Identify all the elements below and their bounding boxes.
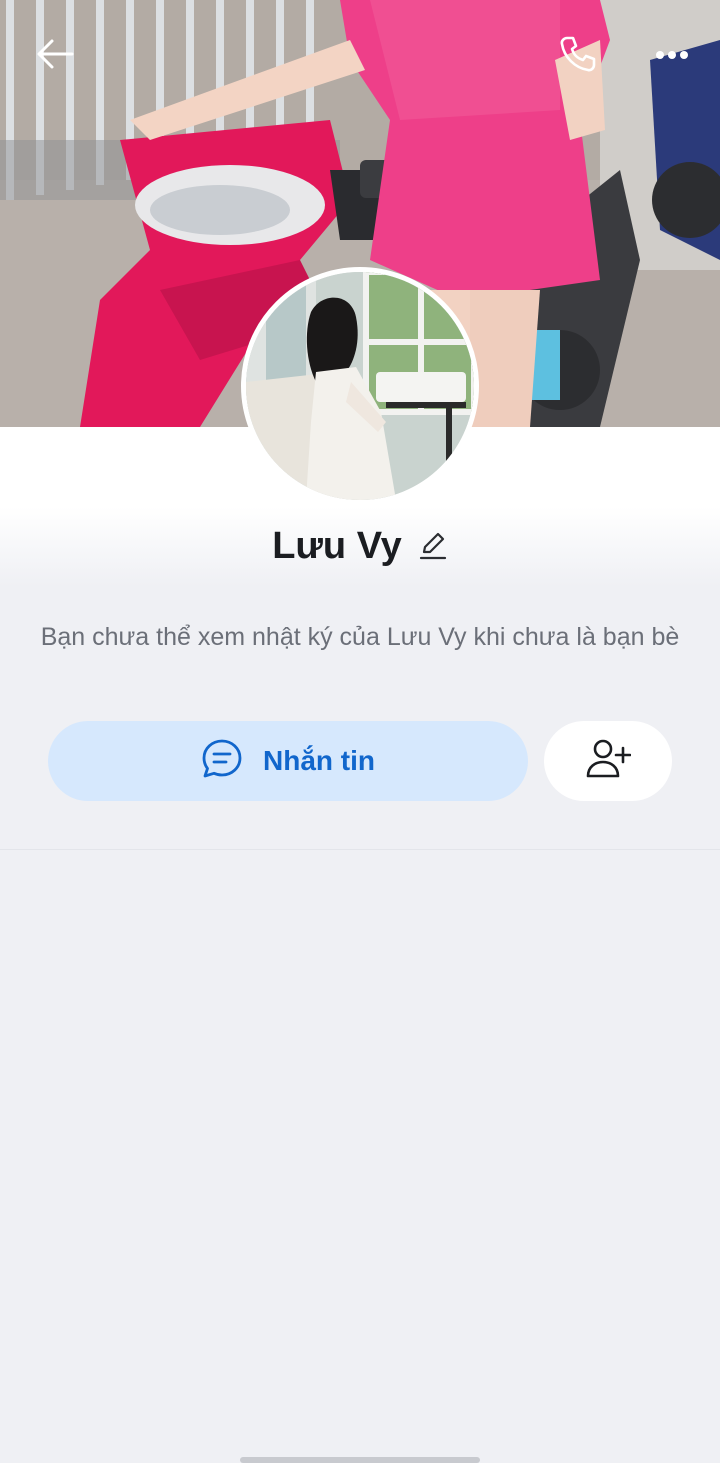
home-indicator[interactable]	[240, 1457, 480, 1463]
add-friend-button[interactable]	[544, 721, 672, 801]
message-button-label: Nhắn tin	[263, 745, 375, 776]
avatar-image	[246, 272, 474, 500]
more-options-button[interactable]	[646, 34, 698, 78]
add-friend-icon	[585, 738, 632, 785]
privacy-notice: Bạn chưa thể xem nhật ký của Lưu Vy khi …	[40, 623, 680, 651]
arrow-left-icon	[36, 38, 74, 75]
more-dots-icon	[655, 47, 689, 65]
chat-bubble-icon	[201, 738, 243, 785]
avatar[interactable]	[241, 267, 479, 505]
phone-icon	[558, 34, 598, 79]
pencil-icon[interactable]	[418, 531, 448, 561]
call-button[interactable]	[550, 30, 606, 82]
top-bar	[0, 0, 720, 110]
profile-name: Lưu Vy	[272, 524, 402, 567]
profile-name-row: Lưu Vy	[0, 520, 720, 572]
message-button[interactable]: Nhắn tin	[48, 721, 528, 801]
back-button[interactable]	[26, 32, 84, 80]
section-divider	[0, 849, 720, 850]
